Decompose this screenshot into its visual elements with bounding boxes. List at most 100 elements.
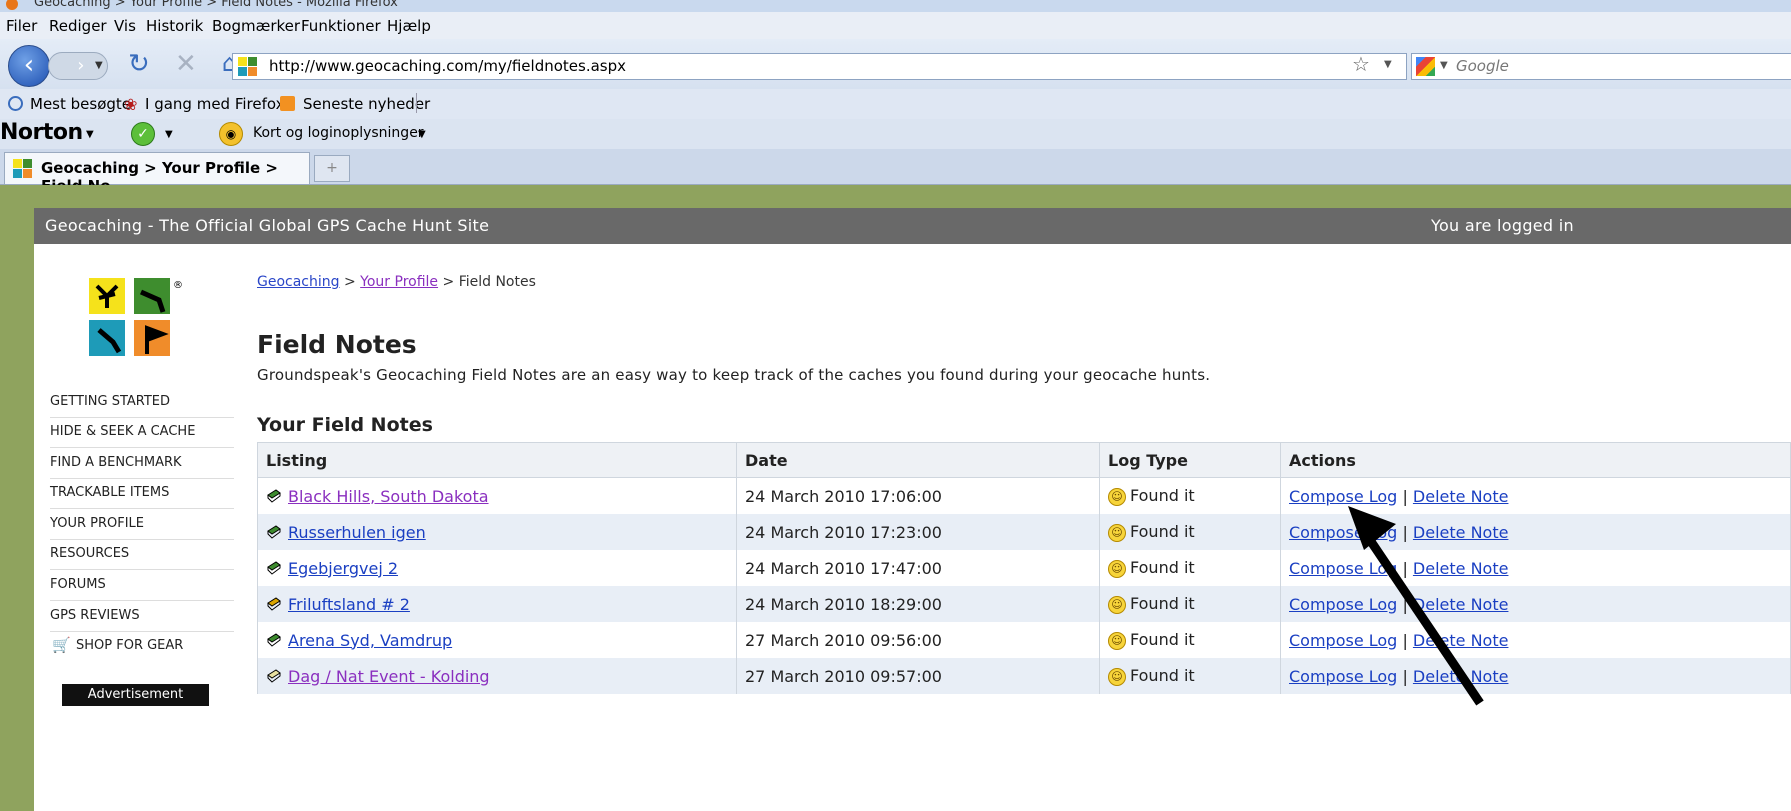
check-icon[interactable]: ✓ (131, 122, 155, 146)
cell-listing: Arena Syd, Vamdrup (257, 622, 737, 658)
found-it-smiley-icon: ☺ (1108, 560, 1126, 578)
advertisement-label: Advertisement (62, 684, 209, 706)
tab-field-notes[interactable]: Geocaching > Your Profile > Field No... (4, 152, 310, 195)
norton-dropdown-icon[interactable]: ▼ (86, 129, 94, 140)
nav-getting-started[interactable]: GETTING STARTED (50, 387, 234, 418)
search-engine-dropdown-icon[interactable]: ▼ (1440, 60, 1448, 71)
window-title-bar: Geocaching > Your Profile > Field Notes … (0, 0, 1791, 12)
breadcrumb-current: Field Notes (458, 274, 536, 290)
bookmark-getting-started[interactable]: I gang med Firefox (145, 95, 284, 113)
traditional-cache-icon (266, 560, 282, 575)
found-it-smiley-icon: ☺ (1108, 596, 1126, 614)
table-row: Egebjergvej 2 24 March 2010 17:47:00 ☺ Foun… (257, 550, 1791, 586)
cart-icon: 🛒 (52, 636, 71, 654)
cell-log-type: ☺ Found it (1099, 550, 1281, 586)
page-title: Field Notes (257, 330, 417, 359)
menu-file[interactable]: Filer (6, 17, 37, 35)
nav-find-benchmark[interactable]: FIND A BENCHMARK (50, 448, 234, 479)
event-cache-icon (266, 668, 282, 683)
cell-log-type: ☺ Found it (1099, 586, 1281, 622)
rss-icon (280, 96, 295, 111)
cell-log-type: ☺ Found it (1099, 622, 1281, 658)
traditional-cache-icon (266, 632, 282, 647)
bookmarks-toolbar: Mest besøgte ❀ I gang med Firefox Senest… (0, 89, 1791, 119)
geocaching-favicon-icon (13, 159, 32, 178)
table-header-row: Listing Date Log Type Actions (257, 442, 1791, 478)
search-placeholder: Google (1456, 57, 1509, 75)
breadcrumb-geocaching-link[interactable]: Geocaching (257, 274, 340, 290)
breadcrumb-your-profile-link[interactable]: Your Profile (360, 274, 438, 290)
menu-history[interactable]: Historik (146, 17, 203, 35)
nav-forums[interactable]: FORUMS (50, 570, 234, 601)
header-actions: Actions (1280, 442, 1791, 478)
table-row: Friluftsland # 2 24 March 2010 18:29:00 ☺ F… (257, 586, 1791, 622)
cell-date: 24 March 2010 17:06:00 (736, 477, 1100, 514)
cell-date: 24 March 2010 17:47:00 (736, 550, 1100, 586)
breadcrumb: Geocaching > Your Profile > Field Notes (257, 274, 536, 290)
search-engine-icon[interactable] (1416, 57, 1435, 76)
nav-resources[interactable]: RESOURCES (50, 539, 234, 570)
search-box[interactable]: ▼ Google (1411, 53, 1791, 80)
header-date: Date (736, 442, 1100, 478)
nav-gps-reviews[interactable]: GPS REVIEWS (50, 601, 234, 632)
url-bar[interactable]: http://www.geocaching.com/my/fieldnotes.… (232, 53, 1407, 80)
back-button[interactable]: ‹ (8, 45, 50, 87)
cache-link[interactable]: Egebjergvej 2 (288, 559, 398, 578)
section-title: Your Field Notes (257, 414, 433, 436)
traditional-cache-icon (266, 524, 282, 539)
cell-listing: Egebjergvej 2 (257, 550, 737, 586)
tab-bar: Geocaching > Your Profile > Field No... … (0, 149, 1791, 195)
lock-icon: ◉ (219, 122, 243, 146)
cell-date: 24 March 2010 18:29:00 (736, 586, 1100, 622)
menu-view[interactable]: Vis (114, 17, 136, 35)
reload-icon[interactable]: ↻ (128, 49, 150, 79)
bookmark-star-icon[interactable]: ☆ (1352, 52, 1370, 76)
nav-your-profile[interactable]: YOUR PROFILE (50, 509, 234, 540)
most-visited-icon (8, 96, 23, 111)
stop-icon[interactable]: ✕ (175, 49, 197, 79)
header-log-type: Log Type (1099, 442, 1281, 478)
bookmark-latest-news[interactable]: Seneste nyheder (303, 95, 430, 113)
site-banner-title: Geocaching - The Official Global GPS Cac… (45, 216, 490, 235)
new-tab-button[interactable]: + (314, 155, 350, 182)
cache-link[interactable]: Dag / Nat Event - Kolding (288, 667, 490, 686)
url-dropdown-icon[interactable]: ▼ (1384, 59, 1392, 70)
cache-link[interactable]: Black Hills, South Dakota (288, 487, 489, 506)
cache-link[interactable]: Friluftsland # 2 (288, 595, 410, 614)
geocaching-logo[interactable]: ® (89, 278, 189, 358)
found-it-smiley-icon: ☺ (1108, 668, 1126, 686)
field-notes-table: Listing Date Log Type Actions Black Hill… (257, 442, 1791, 694)
nav-hide-seek[interactable]: HIDE & SEEK A CACHE (50, 417, 234, 448)
window-title: Geocaching > Your Profile > Field Notes … (34, 0, 398, 10)
svg-text:®: ® (173, 280, 183, 291)
nav-shop-for-gear[interactable]: 🛒 SHOP FOR GEAR (50, 631, 234, 661)
menu-edit[interactable]: Rediger (49, 17, 107, 35)
nav-trackable-items[interactable]: TRACKABLE ITEMS (50, 478, 234, 509)
cell-listing: Russerhulen igen (257, 514, 737, 550)
cell-log-type: ☺ Found it (1099, 658, 1281, 694)
menu-bar: Filer Rediger Vis Historik Bogmærker Fun… (0, 12, 1791, 39)
login-dropdown-icon[interactable]: ▼ (418, 129, 426, 140)
norton-login-label[interactable]: Kort og loginoplysninger (253, 125, 424, 141)
toolbar-separator (416, 93, 417, 113)
found-it-smiley-icon: ☺ (1108, 524, 1126, 542)
bookmark-most-visited[interactable]: Mest besøgte (30, 95, 131, 113)
history-dropdown-icon[interactable]: ▼ (95, 60, 103, 71)
cell-listing: Friluftsland # 2 (257, 586, 737, 622)
menu-tools[interactable]: Funktioner (301, 17, 381, 35)
multi-cache-icon (266, 596, 282, 611)
firefox-start-icon: ❀ (124, 95, 138, 114)
menu-help[interactable]: Hjælp (387, 17, 431, 35)
menu-bookmarks[interactable]: Bogmærker (212, 17, 300, 35)
norton-logo[interactable]: Norton (0, 120, 83, 145)
check-dropdown-icon[interactable]: ▼ (165, 129, 173, 140)
cache-link[interactable]: Russerhulen igen (288, 523, 426, 542)
cell-log-type: ☺ Found it (1099, 477, 1281, 514)
table-row: Russerhulen igen 24 March 2010 17:23:00 ☺ F… (257, 514, 1791, 550)
left-navigation: ® GETTING STARTED HIDE & SEEK A CACHE FI… (34, 244, 234, 811)
cell-listing: Black Hills, South Dakota (257, 477, 737, 514)
arrow-right-icon: › (71, 55, 85, 76)
header-listing: Listing (257, 442, 737, 478)
cache-link[interactable]: Arena Syd, Vamdrup (288, 631, 452, 650)
cell-listing: Dag / Nat Event - Kolding (257, 658, 737, 694)
